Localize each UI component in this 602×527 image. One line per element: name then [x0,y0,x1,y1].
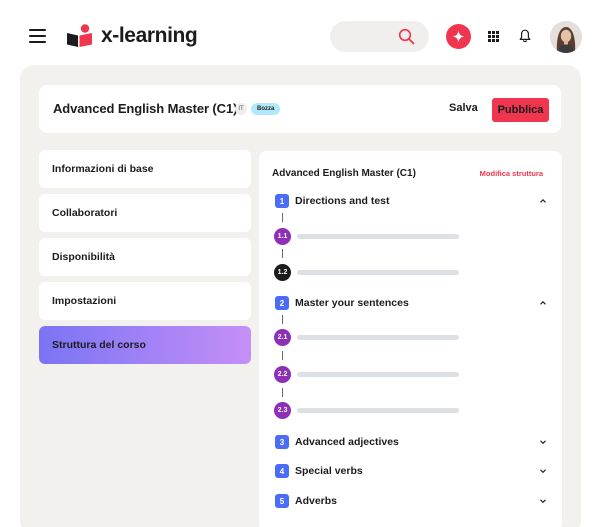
lesson-item[interactable]: 1.2 [274,264,464,281]
module-item[interactable]: 1 Directions and test [275,194,547,210]
module-number: 3 [275,435,289,449]
lesson-number: 2.3 [274,402,291,419]
course-structure-card: Advanced English Master (C1) Modifica st… [259,151,562,527]
lesson-placeholder-bar [297,372,459,377]
avatar-image [550,21,582,53]
edit-structure-link[interactable]: Modifica struttura [480,169,543,178]
lesson-placeholder-bar [297,335,459,340]
lesson-placeholder-bar [297,408,459,413]
structure-title: Advanced English Master (C1) [272,168,416,179]
module-title: Master your sentences [295,297,409,309]
lesson-placeholder-bar [297,270,459,275]
course-header: Advanced English Master (C1) IT Bozza Sa… [39,85,561,133]
module-item[interactable]: 2 Master your sentences [275,296,547,312]
connector-line [282,213,283,222]
module-item[interactable]: 4 Special verbs [275,464,547,480]
sidebar-item-basic-info[interactable]: Informazioni di base [39,150,251,188]
chevron-down-icon[interactable] [539,438,547,446]
lesson-item[interactable]: 1.1 [274,228,464,245]
ai-assistant-button[interactable] [446,24,471,49]
user-avatar[interactable] [550,21,582,53]
publish-button[interactable]: Pubblica [492,98,549,122]
module-number: 4 [275,464,289,478]
apps-grid-icon[interactable] [488,31,499,42]
search-icon [398,28,415,45]
module-title: Adverbs [295,495,338,507]
bell-icon[interactable] [519,29,531,43]
sidebar-item-settings[interactable]: Impostazioni [39,282,251,320]
brand-logo[interactable]: x-learning [66,24,198,48]
lesson-number: 1.2 [274,264,291,281]
module-number: 1 [275,194,289,208]
module-item[interactable]: 5 Adverbs [275,494,547,510]
connector-line [282,351,283,360]
module-number: 5 [275,494,289,508]
status-badge: Bozza [251,103,281,115]
module-title: Special verbs [295,465,363,477]
chevron-up-icon[interactable] [539,299,547,307]
sidebar-item-course-structure[interactable]: Struttura del corso [39,326,251,364]
search-button[interactable] [330,21,429,52]
connector-line [282,315,283,324]
lesson-placeholder-bar [297,234,459,239]
chevron-up-icon[interactable] [539,197,547,205]
language-badge: IT [235,103,247,115]
lesson-number: 1.1 [274,228,291,245]
page-title: Advanced English Master (C1) [53,101,238,116]
lesson-item[interactable]: 2.1 [274,329,464,346]
module-item[interactable]: 3 Advanced adjectives [275,435,547,451]
connector-line [282,249,283,258]
module-title: Directions and test [295,195,390,207]
top-bar: x-learning [0,0,602,72]
chevron-down-icon[interactable] [539,497,547,505]
chevron-down-icon[interactable] [539,467,547,475]
hamburger-icon[interactable] [29,29,46,43]
lesson-number: 2.2 [274,366,291,383]
brand-mark-icon [67,24,92,47]
lesson-item[interactable]: 2.3 [274,402,464,419]
connector-line [282,388,283,397]
save-button[interactable]: Salva [449,102,478,114]
sparkle-icon [452,30,465,43]
sidebar-item-availability[interactable]: Disponibilità [39,238,251,276]
sidebar-item-collaborators[interactable]: Collaboratori [39,194,251,232]
lesson-number: 2.1 [274,329,291,346]
module-number: 2 [275,296,289,310]
brand-name: x-learning [101,24,198,47]
lesson-item[interactable]: 2.2 [274,366,464,383]
module-title: Advanced adjectives [295,436,399,448]
